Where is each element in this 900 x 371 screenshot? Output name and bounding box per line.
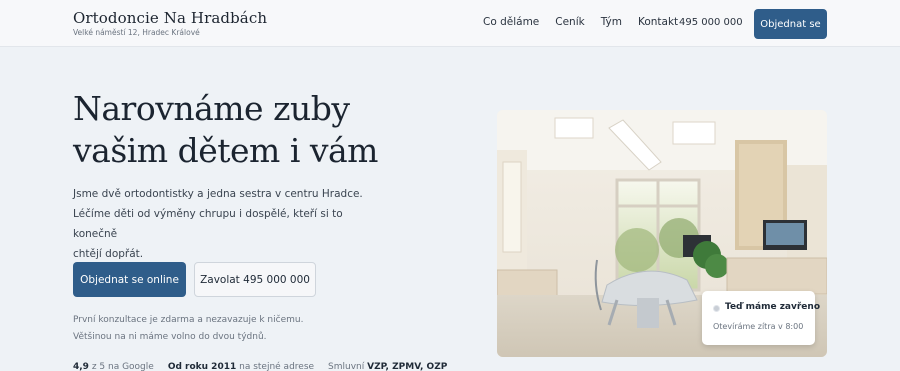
fact-since-text: na stejné adrese: [236, 362, 315, 371]
status-dot-icon: [713, 305, 720, 312]
brand-address: Velké náměstí 12, Hradec Králové: [73, 28, 200, 37]
fact-insurance-text: Smluvní: [328, 362, 368, 371]
status-subtitle: Otevíráme zítra v 8:00: [713, 322, 804, 331]
hero-lead-line: Léčíme děti od výměny chrupu i dospělé, …: [73, 208, 343, 240]
nav-item-tym[interactable]: Tým: [601, 16, 622, 28]
nav-item-kontakt[interactable]: Kontakt: [638, 16, 678, 28]
consultation-note: První konzultace je zdarma a nezavazuje …: [73, 312, 303, 346]
fact-rating-text: z 5 na Google: [88, 362, 154, 371]
status-title: Teď máme zavřeno: [725, 302, 821, 312]
brand[interactable]: Ortodoncie Na Hradbách Velké náměstí 12,…: [73, 9, 267, 37]
hero-lead-line: chtějí dopřát.: [73, 248, 144, 260]
call-button[interactable]: Zavolat 495 000 000: [194, 262, 316, 297]
nav-item-co-delame[interactable]: Co děláme: [483, 16, 539, 28]
note-line: První konzultace je zdarma a nezavazuje …: [73, 315, 304, 325]
header-book-button[interactable]: Objednat se: [754, 9, 827, 39]
hero-lead-line: Jsme dvě ortodontistky a jedna sestra v …: [73, 188, 363, 200]
fact-since-value: Od roku 2011: [167, 362, 237, 371]
book-online-button[interactable]: Objednat se online: [73, 262, 186, 297]
hero-title-line: Narovnáme zuby: [73, 89, 350, 128]
main-nav: Co děláme Ceník Tým Kontakt: [483, 16, 694, 28]
hero-title: Narovnáme zuby vašim dětem i vám: [73, 88, 393, 172]
hero-lead: Jsme dvě ortodontistky a jedna sestra v …: [73, 184, 373, 264]
site-header: Ortodoncie Na Hradbách Velké náměstí 12,…: [0, 0, 900, 47]
header-phone-link[interactable]: 495 000 000: [679, 17, 743, 28]
opening-status-card: Teď máme zavřeno Otevíráme zítra v 8:00: [702, 291, 820, 345]
note-line: Většinou na ni máme volno do dvou týdnů.: [73, 332, 267, 342]
hero-title-line: vašim dětem i vám: [73, 131, 378, 170]
fact-rating-value: 4,9: [73, 362, 89, 371]
nav-item-cenik[interactable]: Ceník: [555, 16, 584, 28]
trust-facts: 4,9 z 5 na Google Od roku 2011 na stejné …: [73, 362, 447, 371]
brand-name[interactable]: Ortodoncie Na Hradbách: [73, 9, 267, 27]
fact-insurance-value: VZP, ZPMV, OZP: [367, 362, 448, 371]
